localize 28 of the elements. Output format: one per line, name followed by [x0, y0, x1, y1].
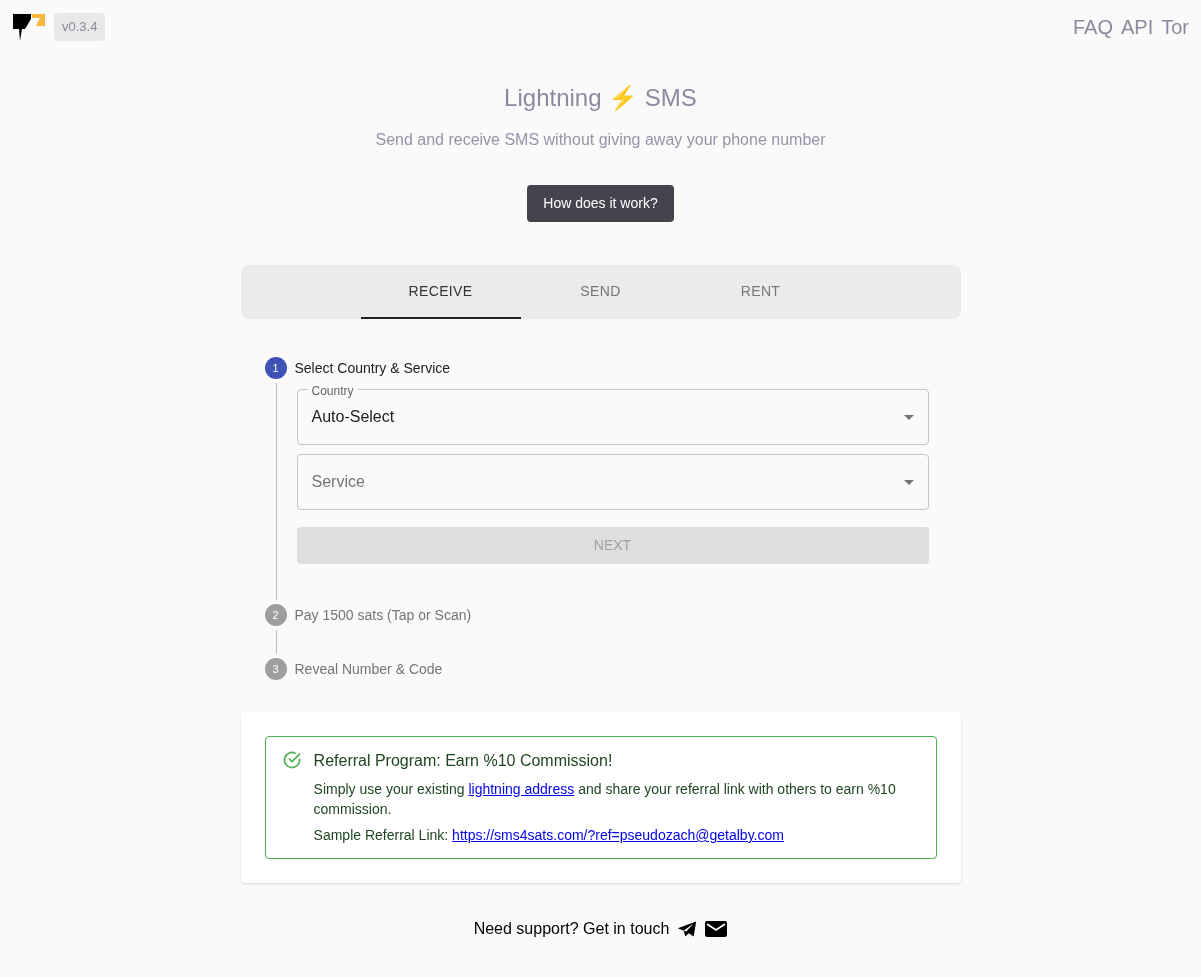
- step-number: 1: [264, 357, 287, 379]
- page-subtitle: Send and receive SMS without giving away your phone number: [375, 130, 826, 150]
- version-badge: v0.3.4: [54, 13, 106, 41]
- telegram-icon[interactable]: [677, 920, 698, 938]
- step-label: Reveal Number & Code: [294, 659, 443, 679]
- nav-link[interactable]: API: [1120, 12, 1154, 42]
- how-it-works-button[interactable]: How does it work?: [527, 185, 674, 222]
- dropdown-caret-icon: [903, 479, 914, 485]
- check-circle-icon: [281, 749, 302, 771]
- nav-link[interactable]: Tor: [1161, 12, 1189, 42]
- dropdown-caret-icon: [903, 414, 914, 420]
- tab[interactable]: RECEIVE: [360, 265, 521, 319]
- sample-referral-text: Sample Referral Link: https://sms4sats.com/?ref=pseudozach@getalby.com: [313, 826, 785, 845]
- referral-text: Simply use your existing lightning address and share your referral link with others to earn %10 commission.: [313, 780, 897, 819]
- tab[interactable]: SEND: [520, 265, 681, 319]
- step-number: 2: [264, 604, 287, 626]
- nav-link[interactable]: FAQ: [1072, 12, 1113, 42]
- referral-link[interactable]: https://sms4sats.com/?ref=pseudozach@getalby.com: [452, 827, 784, 843]
- tab[interactable]: RENT: [680, 265, 841, 319]
- step-label: Pay 1500 sats (Tap or Scan): [294, 605, 472, 625]
- support-text: Need support? Get in touch: [473, 919, 670, 939]
- mail-icon[interactable]: [705, 921, 728, 937]
- page-title: Lightning ⚡ SMS: [504, 83, 697, 114]
- referral-title: Referral Program: Earn %10 Commission!: [313, 751, 614, 771]
- service-select[interactable]: Service: [296, 454, 929, 510]
- step-label: Select Country & Service: [294, 358, 451, 378]
- lightning-address-link[interactable]: lightning address: [468, 781, 575, 797]
- step-number: 3: [264, 658, 287, 680]
